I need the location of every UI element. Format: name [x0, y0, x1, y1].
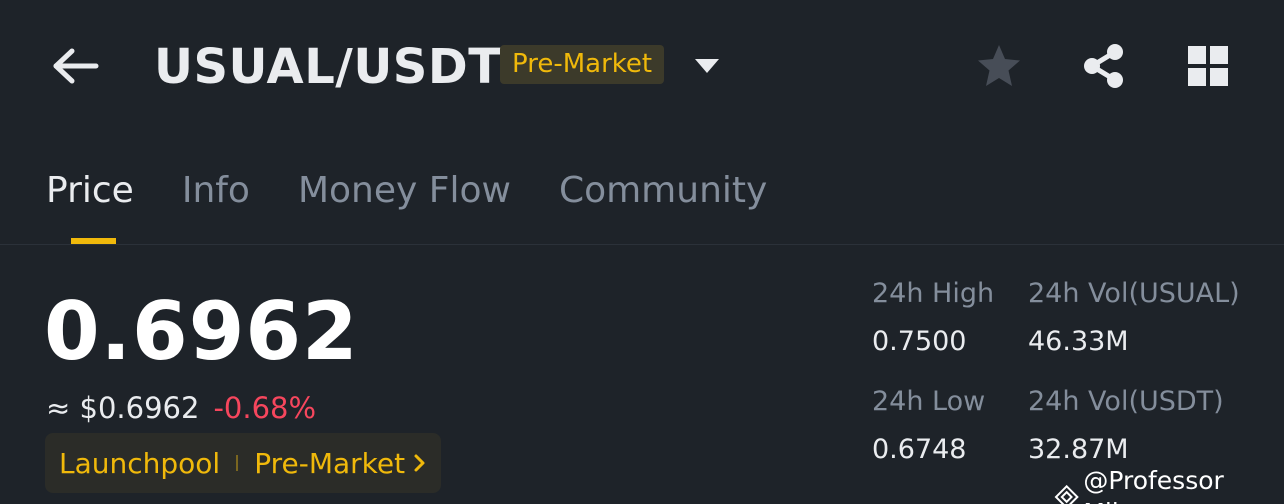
stat-high-value: 0.7500 — [872, 326, 967, 357]
stat-vol-base-label: 24h Vol(USUAL) — [1028, 278, 1240, 309]
tab-community[interactable]: Community — [559, 166, 767, 216]
stat-vol-base-value: 46.33M — [1028, 326, 1129, 357]
tab-label: Info — [181, 170, 250, 211]
stat-low-label: 24h Low — [872, 386, 986, 417]
stat-vol-quote-value: 32.87M — [1028, 434, 1129, 465]
pre-market-badge: Pre-Market — [500, 45, 665, 84]
share-icon — [1084, 44, 1123, 88]
tab-label: Community — [558, 170, 768, 211]
fiat-price: ≈ $0.6962 — [46, 391, 200, 425]
tab-money-flow[interactable]: Money Flow — [298, 166, 511, 216]
grid-icon — [1188, 46, 1228, 86]
tab-label: Price — [46, 170, 134, 211]
price-change: -0.68% — [213, 391, 317, 425]
tab-bar: Price Info Money Flow Community — [46, 166, 815, 245]
arrow-left-icon — [53, 48, 99, 84]
tag-pre-market: Pre-Market — [254, 446, 406, 480]
stat-high-label: 24h High — [872, 278, 995, 309]
market-page: USUAL/USDT Pre-Market Price Info Money F… — [0, 0, 1284, 504]
share-button[interactable] — [1080, 42, 1128, 90]
favorite-button[interactable] — [975, 42, 1023, 90]
stat-vol-quote-label: 24h Vol(USDT) — [1028, 386, 1224, 417]
tab-price[interactable]: Price — [46, 166, 134, 245]
tag-separator — [236, 455, 239, 471]
stat-low-value: 0.6748 — [872, 434, 967, 465]
token-tags-link[interactable]: Launchpool Pre-Market — [45, 433, 442, 493]
price-subrow: ≈ $0.6962 -0.68% — [46, 388, 316, 428]
tab-divider — [0, 244, 1284, 245]
tag-launchpool: Launchpool — [59, 446, 221, 480]
tab-info[interactable]: Info — [182, 166, 250, 216]
tab-label: Money Flow — [297, 170, 511, 211]
last-price: 0.6962 — [44, 285, 359, 378]
chevron-right-icon — [414, 454, 425, 472]
layout-button[interactable] — [1186, 44, 1230, 88]
watermark: @Professor Mike — [1054, 465, 1284, 504]
pair-dropdown-button[interactable] — [692, 55, 722, 77]
watermark-text: @Professor Mike — [1083, 466, 1224, 504]
star-icon — [978, 45, 1020, 86]
diamond-logo-icon — [1054, 484, 1079, 504]
back-button[interactable] — [48, 42, 104, 90]
pair-title: USUAL/USDT — [154, 39, 502, 95]
caret-down-icon — [695, 59, 719, 73]
